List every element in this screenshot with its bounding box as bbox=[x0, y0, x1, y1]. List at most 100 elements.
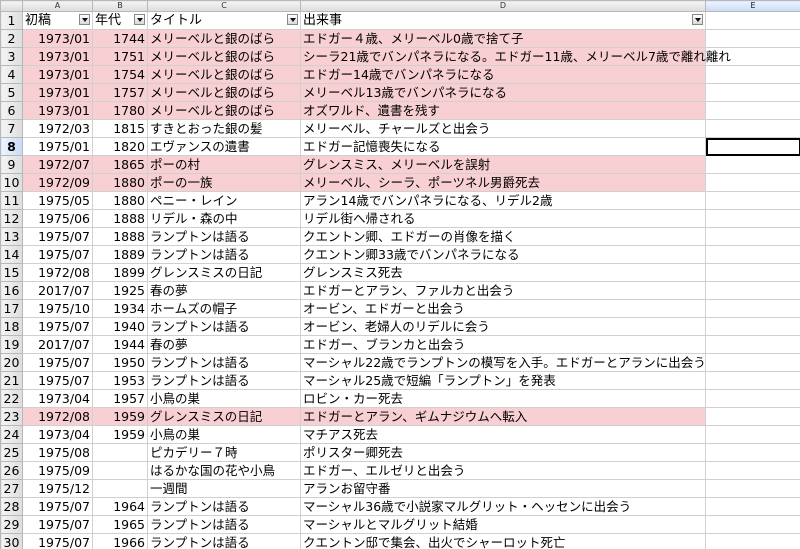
cell-title[interactable]: ランプトンは語る bbox=[147, 371, 301, 390]
cell-year[interactable]: 1888 bbox=[92, 227, 148, 246]
row-number[interactable]: 30 bbox=[0, 533, 23, 549]
cell-year[interactable] bbox=[92, 461, 148, 480]
cell-first-draft[interactable]: 1972/08 bbox=[22, 407, 93, 426]
cell-event[interactable]: エドガー14歳でバンパネラになる bbox=[300, 65, 706, 84]
cell-year[interactable]: 1880 bbox=[92, 173, 148, 192]
cell-e[interactable] bbox=[705, 353, 800, 372]
cell-event[interactable]: オービン、老婦人のリデルに会う bbox=[300, 317, 706, 336]
cell-year[interactable]: 1964 bbox=[92, 497, 148, 516]
cell-title[interactable]: メリーベルと銀のばら bbox=[147, 29, 301, 48]
cell-event[interactable]: クエントン卿、エドガーの肖像を描く bbox=[300, 227, 706, 246]
cell-year[interactable]: 1957 bbox=[92, 389, 148, 408]
cell-title[interactable]: ホームズの帽子 bbox=[147, 299, 301, 318]
row-number[interactable]: 20 bbox=[0, 353, 23, 372]
cell-first-draft[interactable]: 1973/01 bbox=[22, 47, 93, 66]
cell-event[interactable]: アラン14歳でバンパネラになる、リデル2歳 bbox=[300, 191, 706, 210]
cell-e[interactable] bbox=[705, 155, 800, 174]
cell-e[interactable] bbox=[705, 425, 800, 444]
cell-event[interactable]: グレンスミス、メリーベルを誤射 bbox=[300, 155, 706, 174]
cell-first-draft[interactable]: 1975/07 bbox=[22, 353, 93, 372]
cell-e[interactable] bbox=[705, 263, 800, 282]
cell-first-draft[interactable]: 1972/08 bbox=[22, 263, 93, 282]
cell-event[interactable]: クエントン邸で集会、出火でシャーロット死亡 bbox=[300, 533, 706, 549]
cell-first-draft[interactable]: 1975/07 bbox=[22, 533, 93, 549]
cell-event[interactable]: シーラ21歳でバンパネラになる。エドガー11歳、メリーベル7歳で離れ離れ bbox=[300, 47, 731, 66]
cell-event[interactable]: ロビン・カー死去 bbox=[300, 389, 706, 408]
row-number[interactable]: 4 bbox=[0, 65, 23, 84]
cell-event[interactable]: エドガー４歳、メリーベル0歳で捨て子 bbox=[300, 29, 706, 48]
cell-first-draft[interactable]: 2017/07 bbox=[22, 335, 93, 354]
row-number[interactable]: 27 bbox=[0, 479, 23, 498]
cell-year[interactable]: 1757 bbox=[92, 83, 148, 102]
cell-event[interactable]: リデル街へ帰される bbox=[300, 209, 706, 228]
cell-e[interactable] bbox=[705, 515, 800, 534]
row-number[interactable]: 25 bbox=[0, 443, 23, 462]
cell-e[interactable] bbox=[705, 281, 800, 300]
cell-event[interactable]: エドガー記憶喪失になる bbox=[300, 137, 706, 156]
cell-event[interactable]: アランお留守番 bbox=[300, 479, 706, 498]
row-number[interactable]: 23 bbox=[0, 407, 23, 426]
cell-first-draft[interactable]: 1975/07 bbox=[22, 497, 93, 516]
cell-event[interactable]: オービン、エドガーと出会う bbox=[300, 299, 706, 318]
row-number[interactable]: 2 bbox=[0, 29, 23, 48]
cell-e[interactable] bbox=[705, 29, 800, 48]
cell-first-draft[interactable]: 1975/09 bbox=[22, 461, 93, 480]
cell-e[interactable] bbox=[705, 407, 800, 426]
cell-title[interactable]: メリーベルと銀のばら bbox=[147, 65, 301, 84]
cell-e[interactable] bbox=[705, 119, 800, 138]
cell-title[interactable]: ポーの一族 bbox=[147, 173, 301, 192]
cell-event[interactable]: クエントン卿33歳でバンパネラになる bbox=[300, 245, 706, 264]
cell-title[interactable]: すきとおった銀の髪 bbox=[147, 119, 301, 138]
column-header-a[interactable]: A bbox=[22, 0, 93, 12]
cell-year[interactable]: 1815 bbox=[92, 119, 148, 138]
cell-first-draft[interactable]: 1975/08 bbox=[22, 443, 93, 462]
cell-title[interactable]: ランプトンは語る bbox=[147, 227, 301, 246]
cell-title[interactable]: リデル・森の中 bbox=[147, 209, 301, 228]
cell-first-draft[interactable]: 1975/01 bbox=[22, 137, 93, 156]
cell-first-draft[interactable]: 1975/06 bbox=[22, 209, 93, 228]
cell-year[interactable]: 1888 bbox=[92, 209, 148, 228]
selected-cell[interactable] bbox=[705, 137, 800, 156]
row-number[interactable]: 5 bbox=[0, 83, 23, 102]
column-header-c[interactable]: C bbox=[147, 0, 301, 12]
row-number[interactable]: 10 bbox=[0, 173, 23, 192]
filter-dropdown-icon[interactable] bbox=[79, 14, 90, 25]
cell-year[interactable] bbox=[92, 479, 148, 498]
cell-first-draft[interactable]: 1973/01 bbox=[22, 29, 93, 48]
cell-event[interactable]: ポリスター卿死去 bbox=[300, 443, 706, 462]
cell-title[interactable]: ペニー・レイン bbox=[147, 191, 301, 210]
row-number[interactable]: 6 bbox=[0, 101, 23, 120]
cell-first-draft[interactable]: 1972/03 bbox=[22, 119, 93, 138]
cell-title[interactable]: ポーの村 bbox=[147, 155, 301, 174]
cell-year[interactable]: 1865 bbox=[92, 155, 148, 174]
row-number[interactable]: 19 bbox=[0, 335, 23, 354]
cell-e[interactable] bbox=[705, 443, 800, 462]
cell-e[interactable] bbox=[705, 191, 800, 210]
cell-event[interactable]: メリーベル、シーラ、ポーツネル男爵死去 bbox=[300, 173, 706, 192]
cell-year[interactable]: 1959 bbox=[92, 407, 148, 426]
cell-e[interactable] bbox=[705, 227, 800, 246]
cell-year[interactable] bbox=[92, 443, 148, 462]
cell-e[interactable] bbox=[705, 533, 800, 549]
cell-title[interactable]: グレンスミスの日記 bbox=[147, 407, 301, 426]
cell-year[interactable]: 1966 bbox=[92, 533, 148, 549]
cell-event[interactable]: マーシャル22歳でランプトンの模写を入手。エドガーとアランに出会う bbox=[300, 353, 706, 372]
row-number[interactable]: 11 bbox=[0, 191, 23, 210]
cell-event[interactable]: メリーベル、チャールズと出会う bbox=[300, 119, 706, 138]
row-number[interactable]: 17 bbox=[0, 299, 23, 318]
cell-year[interactable]: 1880 bbox=[92, 191, 148, 210]
cell-year[interactable]: 1953 bbox=[92, 371, 148, 390]
cell-title[interactable]: ランプトンは語る bbox=[147, 497, 301, 516]
cell-title[interactable]: エヴァンスの遺書 bbox=[147, 137, 301, 156]
filter-dropdown-icon[interactable] bbox=[134, 14, 145, 25]
cell-year[interactable]: 1780 bbox=[92, 101, 148, 120]
cell-e[interactable] bbox=[705, 389, 800, 408]
cell-event[interactable]: エドガー、エルゼリと出会う bbox=[300, 461, 706, 480]
cell-title[interactable]: 小鳥の巣 bbox=[147, 425, 301, 444]
cell-e[interactable] bbox=[705, 101, 800, 120]
cell-e[interactable] bbox=[705, 65, 800, 84]
cell-year[interactable]: 1950 bbox=[92, 353, 148, 372]
cell-e[interactable] bbox=[705, 317, 800, 336]
cell-title[interactable]: ランプトンは語る bbox=[147, 317, 301, 336]
cell-first-draft[interactable]: 1975/07 bbox=[22, 317, 93, 336]
